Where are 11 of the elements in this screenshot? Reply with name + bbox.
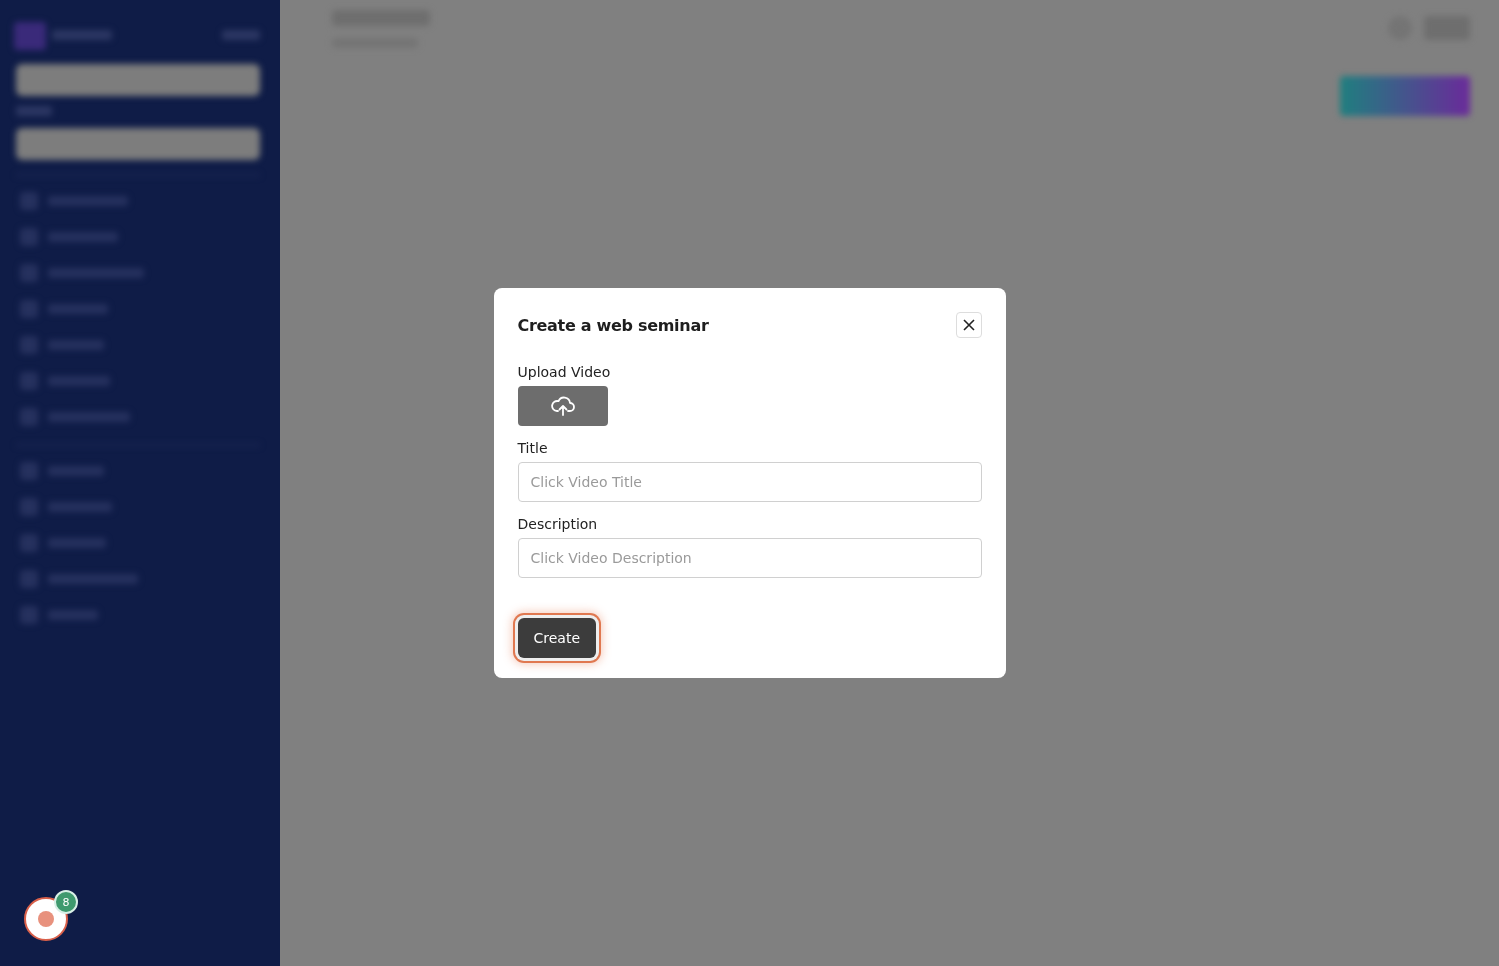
record-dot-icon	[38, 911, 54, 927]
field-label: Description	[517, 516, 599, 532]
close-icon	[961, 318, 976, 332]
field-label: Title	[517, 440, 549, 456]
close-button[interactable]	[955, 312, 982, 338]
upload-button[interactable]	[517, 386, 608, 426]
text-input[interactable]: Click Video Title	[517, 462, 982, 502]
field-label: Upload Video	[517, 364, 612, 380]
text-input[interactable]: Click Video Description	[517, 538, 982, 578]
dialog-title: Create a web seminar	[517, 315, 709, 335]
cloud-upload-icon	[550, 395, 575, 417]
